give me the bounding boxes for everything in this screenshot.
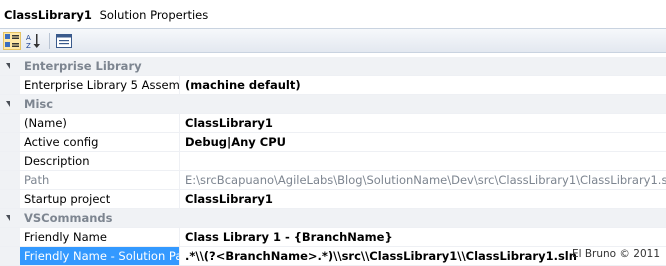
category-label: VSCommands — [24, 211, 113, 225]
categorized-icon — [5, 34, 19, 47]
property-row[interactable]: Active config Debug|Any CPU — [0, 133, 666, 152]
property-row[interactable]: Enterprise Library 5 Assembly (machine d… — [0, 76, 666, 95]
collapse-triangle-icon[interactable] — [6, 63, 10, 69]
svg-text:A: A — [26, 34, 31, 42]
property-value[interactable] — [181, 152, 666, 170]
property-name: Active config — [20, 133, 180, 151]
category-vscommands[interactable]: VSCommands — [0, 209, 666, 228]
property-name: Path — [20, 171, 180, 189]
property-row[interactable]: Description — [0, 152, 666, 171]
property-row[interactable]: Startup project ClassLibrary1 — [0, 190, 666, 209]
property-row-selected[interactable]: Friendly Name - Solution Path .*\\(?<Bra… — [0, 247, 666, 266]
property-name: Enterprise Library 5 Assembly — [20, 76, 180, 94]
property-grid-toolbar: A Z — [0, 28, 666, 53]
property-name: (Name) — [20, 114, 180, 132]
property-pages-button[interactable] — [55, 32, 73, 50]
selected-object-kind: Solution Properties — [99, 8, 209, 22]
category-label: Misc — [24, 97, 54, 111]
collapse-triangle-icon[interactable] — [6, 101, 10, 107]
collapse-triangle-icon[interactable] — [6, 215, 10, 221]
property-value[interactable]: Class Library 1 - {BranchName} — [181, 228, 666, 246]
category-misc[interactable]: Misc — [0, 95, 666, 114]
category-enterprise-library[interactable]: Enterprise Library — [0, 57, 666, 76]
categorized-button[interactable] — [3, 32, 21, 50]
toolbar-separator — [49, 33, 50, 49]
property-value[interactable]: Debug|Any CPU — [181, 133, 666, 151]
alphabetical-icon: A Z — [26, 34, 40, 49]
property-name: Startup project — [20, 190, 180, 208]
property-row[interactable]: (Name) ClassLibrary1 — [0, 114, 666, 133]
alphabetical-button[interactable]: A Z — [25, 32, 43, 50]
property-row[interactable]: Friendly Name Class Library 1 - {BranchN… — [0, 228, 666, 247]
property-grid-header: ClassLibrary1 Solution Properties — [0, 0, 666, 28]
svg-text:Z: Z — [26, 42, 31, 49]
category-label: Enterprise Library — [24, 59, 142, 73]
property-value[interactable]: ClassLibrary1 — [181, 190, 666, 208]
property-grid: Enterprise Library Enterprise Library 5 … — [0, 57, 666, 266]
property-name: Description — [20, 152, 180, 170]
property-value[interactable]: (machine default) — [181, 76, 666, 94]
property-row[interactable]: Path E:\srcBcapuano\AgileLabs\Blog\Solut… — [0, 171, 666, 190]
selected-object-name: ClassLibrary1 — [4, 8, 92, 22]
property-value[interactable]: ClassLibrary1 — [181, 114, 666, 132]
watermark: El Bruno © 2011 — [571, 248, 660, 260]
property-value: E:\srcBcapuano\AgileLabs\Blog\SolutionNa… — [185, 173, 666, 187]
property-pages-icon — [56, 34, 72, 48]
property-name: Friendly Name - Solution Path — [20, 247, 180, 265]
property-name: Friendly Name — [20, 228, 180, 246]
